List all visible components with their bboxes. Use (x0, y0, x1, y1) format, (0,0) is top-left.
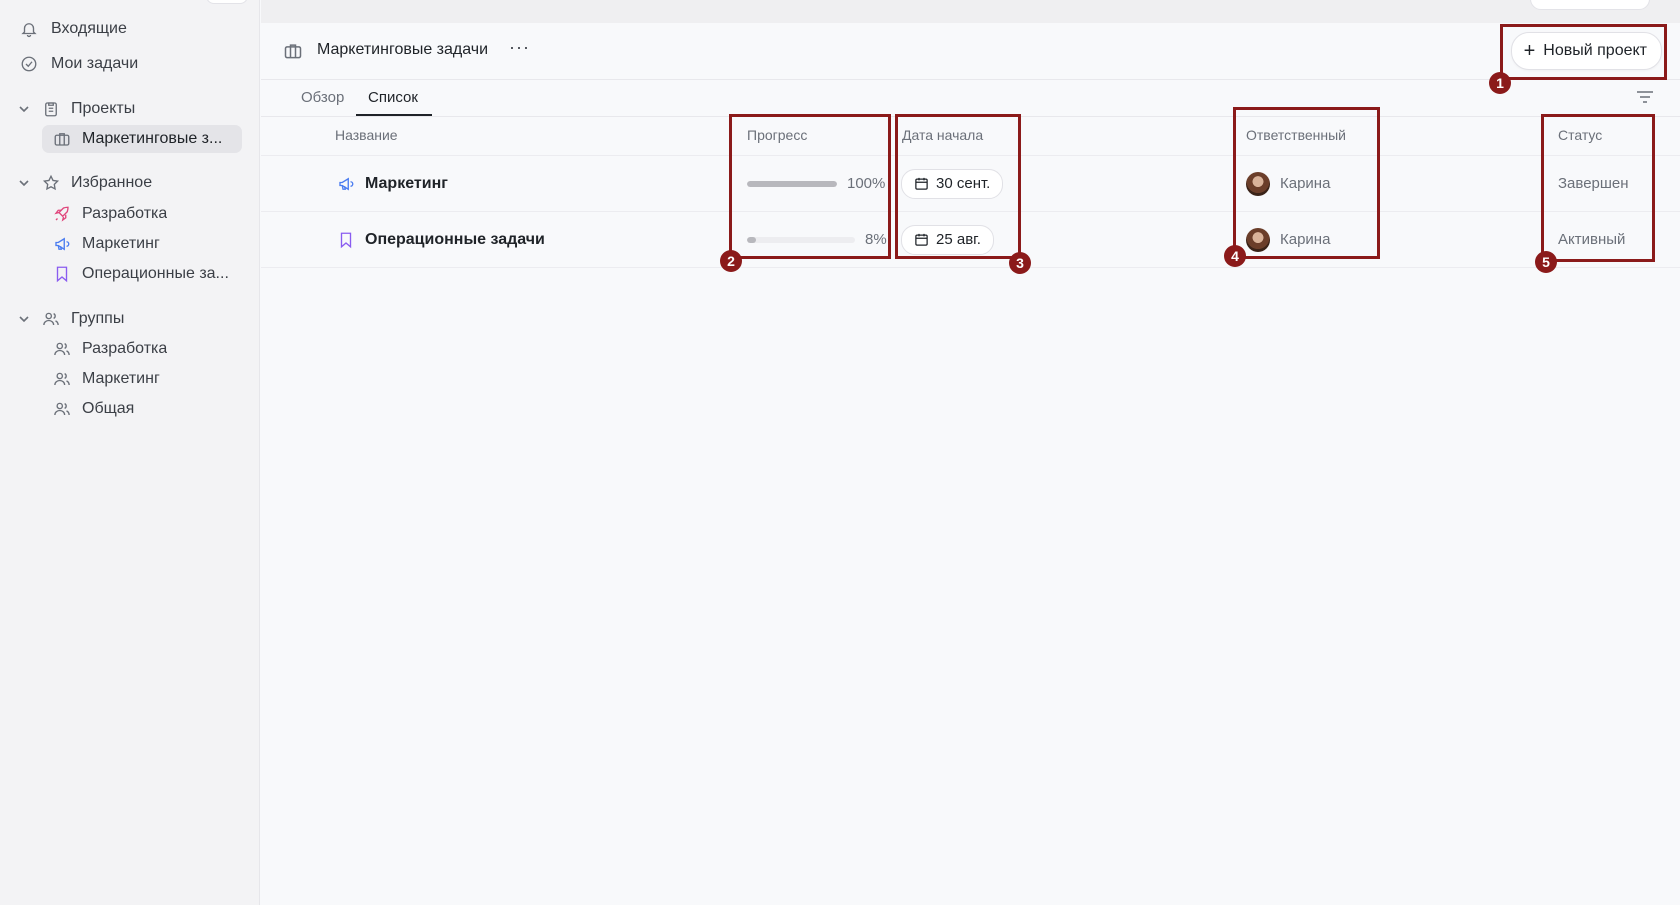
sidebar-item-label: Разработка (82, 205, 168, 222)
briefcase-icon (52, 129, 72, 149)
briefcase-icon (283, 41, 305, 63)
chevron-down-icon (16, 175, 32, 191)
name-cell: Маркетинг (335, 156, 448, 211)
annotation-marker-4: 4 (1224, 245, 1246, 267)
annotation-box-2 (729, 114, 891, 259)
more-options-button[interactable]: ··· (509, 37, 530, 58)
bookmark-icon (335, 229, 357, 251)
chevron-down-icon (16, 311, 32, 327)
sidebar-item-group-marketing[interactable]: Маркетинг (42, 365, 242, 393)
sidebar-section-label: Избранное (71, 174, 153, 191)
sidebar-top-control[interactable] (206, 0, 248, 4)
chevron-down-icon (16, 101, 32, 117)
sidebar-item-my-tasks[interactable]: Мои задачи (18, 49, 138, 79)
tab-list[interactable]: Список (368, 89, 418, 106)
annotation-marker-2: 2 (720, 250, 742, 272)
sidebar-item-label: Общая (82, 400, 135, 417)
sidebar-section-projects[interactable]: Проекты (16, 94, 135, 124)
sidebar-item-label: Маркетинг (82, 235, 160, 252)
users-icon (52, 399, 72, 419)
tab-overview[interactable]: Обзор (301, 89, 344, 106)
top-strip-control[interactable] (1530, 0, 1650, 10)
bell-icon (18, 18, 40, 40)
annotation-box-5 (1541, 114, 1655, 262)
megaphone-icon (335, 173, 357, 195)
annotation-box-1 (1500, 24, 1667, 80)
sidebar-item-label: Мои задачи (51, 55, 139, 72)
star-icon (40, 172, 62, 194)
rocket-icon (52, 204, 72, 224)
filter-icon[interactable] (1636, 89, 1656, 107)
project-header: Маркетинговые задачи ··· + Новый проект (261, 23, 1680, 80)
project-name[interactable]: Маркетинг (365, 175, 448, 193)
sidebar-item-marketing-tasks[interactable]: Маркетинговые з... (42, 125, 242, 153)
sidebar-item-fav-development[interactable]: Разработка (42, 200, 242, 228)
annotation-marker-5: 5 (1535, 251, 1557, 273)
sidebar-section-label: Группы (71, 310, 125, 327)
view-tabs: Обзор Список (261, 80, 1680, 117)
page-title: Маркетинговые задачи (317, 41, 489, 58)
sidebar-item-label: Маркетинговые з... (82, 130, 223, 147)
sidebar-item-group-development[interactable]: Разработка (42, 335, 242, 363)
annotation-marker-3: 3 (1009, 252, 1031, 274)
sidebar-item-inbox[interactable]: Входящие (18, 14, 127, 44)
bookmark-icon (52, 264, 72, 284)
annotation-marker-1: 1 (1489, 72, 1511, 94)
check-circle-icon (18, 53, 40, 75)
sidebar-item-fav-marketing[interactable]: Маркетинг (42, 230, 242, 258)
users-icon (40, 308, 62, 330)
sidebar-section-groups[interactable]: Группы (16, 304, 124, 334)
sidebar-section-favorites[interactable]: Избранное (16, 168, 152, 198)
active-tab-indicator (356, 114, 432, 116)
sidebar-section-label: Проекты (71, 100, 136, 117)
sidebar-item-label: Маркетинг (82, 370, 160, 387)
users-icon (52, 339, 72, 359)
megaphone-icon (52, 234, 72, 254)
column-header-name[interactable]: Название (335, 127, 398, 143)
sidebar-item-fav-operations[interactable]: Операционные за... (42, 260, 242, 288)
name-cell: Операционные задачи (335, 212, 545, 267)
users-icon (52, 369, 72, 389)
annotation-box-4 (1233, 107, 1380, 259)
top-strip (261, 0, 1680, 24)
sidebar-item-label: Операционные за... (82, 265, 229, 282)
sidebar-item-label: Разработка (82, 340, 168, 357)
sidebar-item-group-general[interactable]: Общая (42, 395, 242, 423)
annotation-box-3 (895, 114, 1021, 259)
clipboard-icon (40, 98, 62, 120)
sidebar: Входящие Мои задачи Проекты Маркетинговы… (0, 0, 260, 905)
project-name[interactable]: Операционные задачи (365, 231, 545, 249)
sidebar-item-label: Входящие (51, 20, 127, 37)
